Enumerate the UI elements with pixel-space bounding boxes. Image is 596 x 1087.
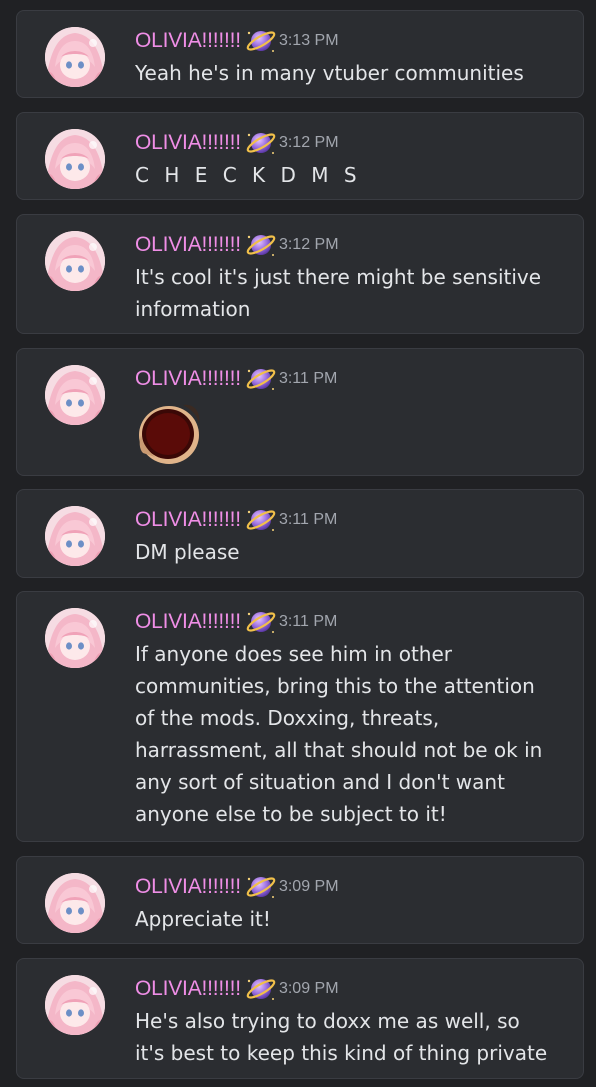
- avatar[interactable]: [45, 129, 105, 189]
- message-text: C H E C K D M S: [135, 163, 362, 187]
- message-text: Appreciate it!: [135, 907, 271, 931]
- timestamp: 3:13 PM: [278, 32, 339, 49]
- username[interactable]: OLIVIA!!!!!!!: [135, 233, 241, 256]
- message-card[interactable]: OLIVIA!!!!!!! 3:09 PM Appreciate it!: [16, 856, 584, 944]
- message-header: OLIVIA!!!!!!! 3:09 PM: [135, 975, 339, 1003]
- message-header: OLIVIA!!!!!!! 3:13 PM: [135, 27, 339, 55]
- username[interactable]: OLIVIA!!!!!!!: [135, 610, 241, 633]
- message-header: OLIVIA!!!!!!! 3:12 PM: [135, 231, 339, 259]
- message-header: OLIVIA!!!!!!! 3:12 PM: [135, 129, 339, 157]
- username[interactable]: OLIVIA!!!!!!!: [135, 367, 241, 390]
- planet-icon: [245, 365, 277, 393]
- message-card[interactable]: OLIVIA!!!!!!! 3:13 PM Yeah he's in many v…: [16, 10, 584, 98]
- message-feed: OLIVIA!!!!!!! 3:13 PM Yeah he's in many v…: [0, 0, 596, 1087]
- message-card[interactable]: OLIVIA!!!!!!! 3:11 PM: [16, 348, 584, 476]
- message-text: DM please: [135, 540, 240, 564]
- planet-icon: [245, 129, 277, 157]
- message-card[interactable]: OLIVIA!!!!!!! 3:12 PM C H E C K D M S: [16, 112, 584, 200]
- planet-icon: [245, 975, 277, 1003]
- message-card[interactable]: OLIVIA!!!!!!! 3:11 PM If anyone does see …: [16, 591, 584, 842]
- timestamp: 3:11 PM: [278, 613, 338, 630]
- timestamp: 3:11 PM: [278, 511, 338, 528]
- planet-icon: [245, 873, 277, 901]
- avatar[interactable]: [45, 27, 105, 87]
- username[interactable]: OLIVIA!!!!!!!: [135, 29, 241, 52]
- planet-icon: [245, 506, 277, 534]
- message-text: He's also trying to doxx me as well, so …: [135, 1009, 548, 1065]
- avatar[interactable]: [45, 975, 105, 1035]
- username[interactable]: OLIVIA!!!!!!!: [135, 131, 241, 154]
- avatar[interactable]: [45, 608, 105, 668]
- message-text: It's cool it's just there might be sensi…: [135, 265, 542, 321]
- planet-icon: [245, 608, 277, 636]
- message-header: OLIVIA!!!!!!! 3:11 PM: [135, 365, 337, 393]
- username[interactable]: OLIVIA!!!!!!!: [135, 508, 241, 531]
- message-card[interactable]: OLIVIA!!!!!!! 3:09 PM He's also trying to…: [16, 958, 584, 1079]
- timestamp: 3:12 PM: [278, 236, 339, 253]
- timestamp: 3:12 PM: [278, 134, 339, 151]
- timestamp: 3:09 PM: [278, 980, 339, 997]
- avatar[interactable]: [45, 231, 105, 291]
- username[interactable]: OLIVIA!!!!!!!: [135, 977, 241, 1000]
- timestamp: 3:11 PM: [278, 370, 338, 387]
- avatar[interactable]: [45, 506, 105, 566]
- avatar[interactable]: [45, 365, 105, 425]
- avatar[interactable]: [45, 873, 105, 933]
- message-card[interactable]: OLIVIA!!!!!!! 3:12 PM It's cool it's just…: [16, 214, 584, 334]
- message-header: OLIVIA!!!!!!! 3:09 PM: [135, 873, 339, 901]
- message-text: If anyone does see him in other communit…: [135, 642, 543, 826]
- screaming-face-emoji[interactable]: [135, 401, 207, 465]
- planet-icon: [245, 27, 277, 55]
- message-header: OLIVIA!!!!!!! 3:11 PM: [135, 506, 337, 534]
- message-card[interactable]: OLIVIA!!!!!!! 3:11 PM DM please: [16, 489, 584, 578]
- message-header: OLIVIA!!!!!!! 3:11 PM: [135, 608, 337, 636]
- planet-icon: [245, 231, 277, 259]
- message-text: Yeah he's in many vtuber communities: [135, 61, 524, 85]
- timestamp: 3:09 PM: [278, 878, 339, 895]
- username[interactable]: OLIVIA!!!!!!!: [135, 875, 241, 898]
